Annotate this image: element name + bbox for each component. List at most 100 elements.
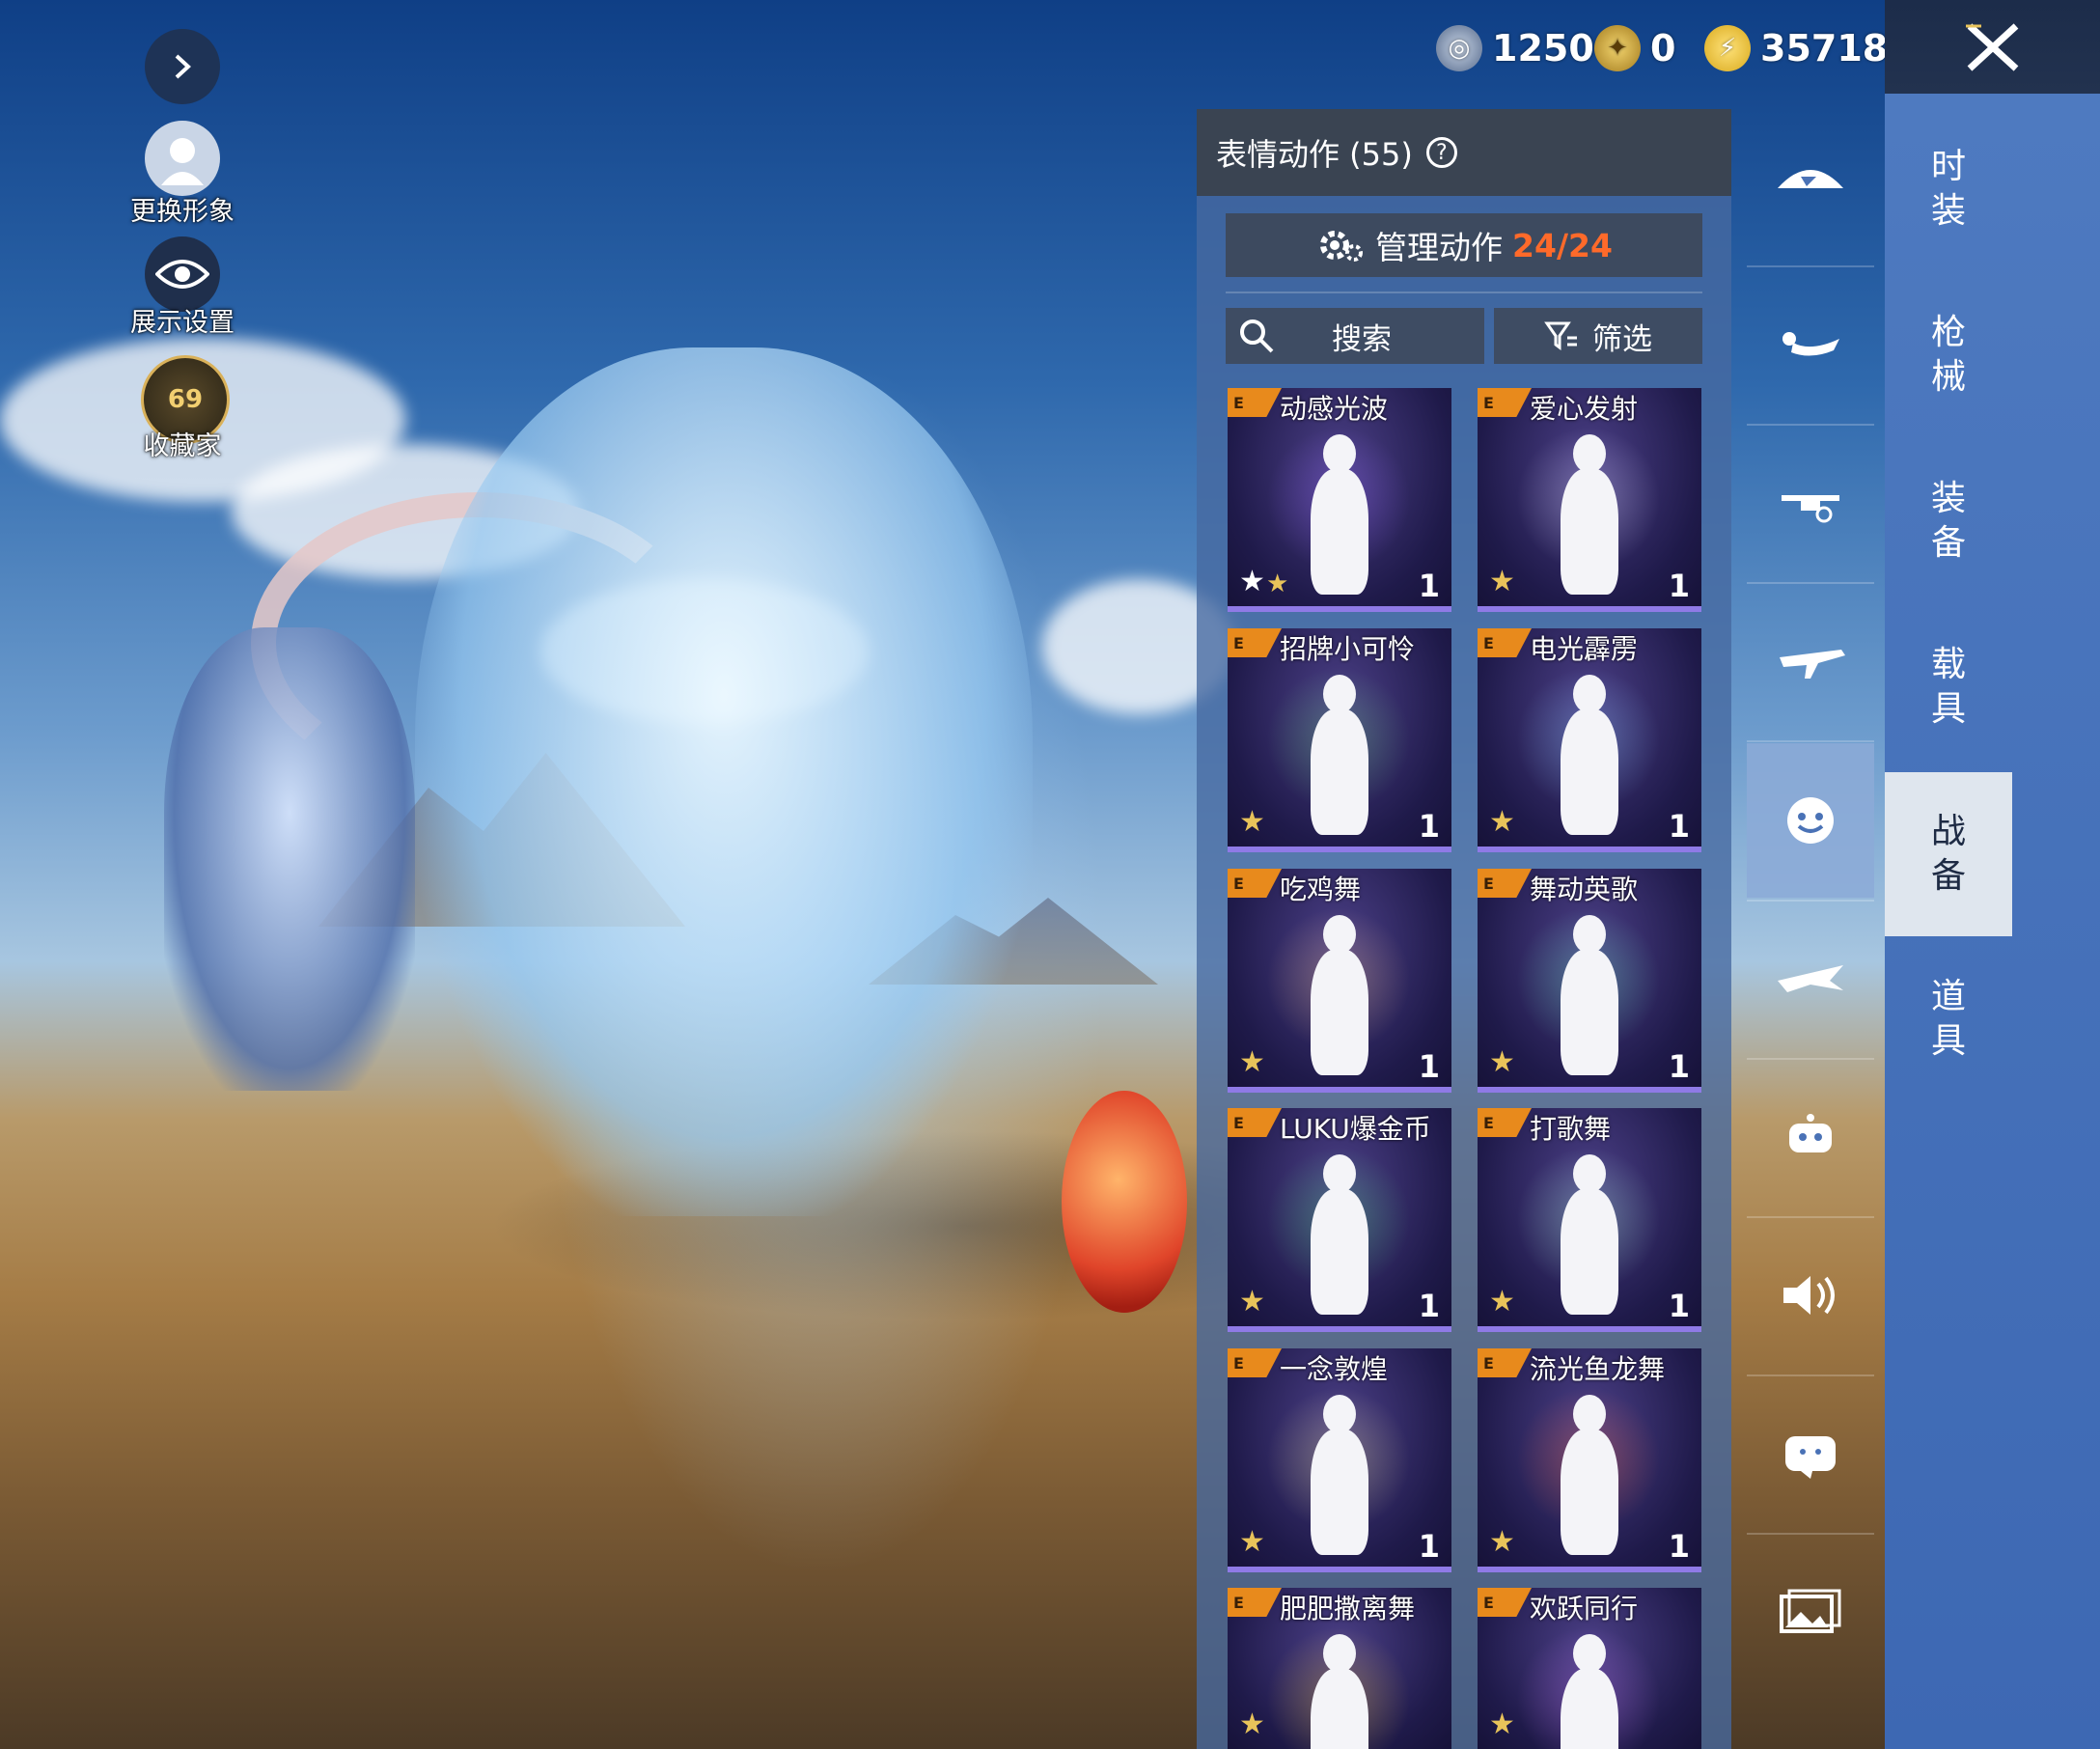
- panel-header: 表情动作 (55) ?: [1197, 109, 1731, 196]
- currency-silver[interactable]: ◎ 12500: [1436, 21, 1619, 75]
- gear-icon: [1320, 231, 1364, 262]
- sparkle-icon: ★: [1239, 1525, 1265, 1559]
- emote-card[interactable]: E 欢跃同行 ★: [1478, 1588, 1701, 1749]
- sparkle-icon: ★: [1489, 1707, 1515, 1741]
- drone-icon: [1782, 495, 1839, 523]
- category-tab[interactable]: 时 装: [1885, 145, 2012, 234]
- emote-tag: E: [1228, 1108, 1282, 1137]
- icon-separator: [1747, 740, 1874, 742]
- category-tab-label: 时 装: [1930, 147, 1966, 231]
- sparkle-icon: ★: [1489, 805, 1515, 839]
- help-icon[interactable]: ?: [1425, 137, 1457, 168]
- emote-card[interactable]: E 肥肥撒离舞 ★: [1228, 1588, 1451, 1749]
- emote-face-icon: [1787, 797, 1834, 844]
- emote-count: 1: [1668, 568, 1690, 604]
- currency-gold[interactable]: ✦ 0: [1594, 21, 1675, 75]
- emote-silhouette: [1282, 1634, 1397, 1749]
- emote-card[interactable]: E 打歌舞 ★ 1: [1478, 1108, 1701, 1332]
- spirit-horse: [164, 627, 415, 1091]
- emote-card[interactable]: E 电光霹雳 ★ 1: [1478, 628, 1701, 852]
- emote-name: LUKU爆金币: [1280, 1113, 1431, 1145]
- sparkle-icon: ★: [1239, 805, 1265, 839]
- silver-coin-icon: ◎: [1436, 25, 1482, 71]
- close-button[interactable]: [1885, 0, 2100, 94]
- emote-count: 1: [1668, 1048, 1690, 1085]
- category-tab[interactable]: 枪 械: [1885, 311, 2012, 400]
- category-tab-label: 战 备: [1930, 812, 1966, 896]
- category-tab[interactable]: 载 具: [1885, 643, 2012, 732]
- gold-coin-icon: ✦: [1594, 25, 1641, 71]
- sparkle-icon: ★: [1239, 1045, 1265, 1079]
- emote-name: 招牌小可怜: [1280, 633, 1416, 665]
- emote-tag: E: [1478, 1348, 1532, 1377]
- character-model: [415, 347, 1033, 1216]
- sparkle-icon: ★: [1489, 1045, 1515, 1079]
- silhouette-body: [1561, 950, 1618, 1075]
- emote-card[interactable]: E 动感光波 ★ ★ 1: [1228, 388, 1451, 612]
- category-tab-label: 枪 械: [1930, 313, 1966, 397]
- category-tab[interactable]: 战 备: [1885, 772, 2012, 936]
- category-icon-button[interactable]: [1747, 743, 1874, 898]
- category-icon-button[interactable]: [1747, 584, 1874, 738]
- emote-name: 流光鱼龙舞: [1530, 1353, 1666, 1385]
- emote-silhouette: [1532, 1395, 1647, 1567]
- emote-card[interactable]: E LUKU爆金币 ★ 1: [1228, 1108, 1451, 1332]
- silhouette-body: [1311, 1189, 1368, 1315]
- category-icon-button[interactable]: [1747, 902, 1874, 1056]
- emote-name: 一念敦煌: [1280, 1353, 1389, 1385]
- emote-name: 动感光波: [1280, 393, 1389, 425]
- manage-emotes-button[interactable]: 管理动作 24/24: [1226, 213, 1702, 277]
- emote-card[interactable]: E 舞动英歌 ★ 1: [1478, 869, 1701, 1093]
- category-tab[interactable]: 道 具: [1885, 975, 2012, 1064]
- collector-label: 收藏家: [143, 431, 222, 461]
- search-button[interactable]: 搜索: [1226, 308, 1484, 364]
- change-avatar-label: 更换形象: [130, 197, 235, 227]
- filter-label: 筛选: [1592, 321, 1652, 357]
- emote-count: 1: [1418, 1528, 1440, 1565]
- currency-lightning[interactable]: ⚡ 35718: [1704, 21, 1888, 75]
- category-icon-button[interactable]: [1747, 1535, 1874, 1689]
- silhouette-body: [1561, 709, 1618, 835]
- silhouette-head: [1323, 675, 1356, 713]
- emote-tag: E: [1228, 1348, 1282, 1377]
- emote-card[interactable]: E 招牌小可怜 ★ 1: [1228, 628, 1451, 852]
- favorite-star-icon[interactable]: ★: [1239, 565, 1265, 598]
- emote-tag: E: [1228, 388, 1282, 417]
- emote-card[interactable]: E 吃鸡舞 ★ 1: [1228, 869, 1451, 1093]
- filter-button[interactable]: 筛选: [1494, 308, 1702, 364]
- silhouette-head: [1323, 1634, 1356, 1673]
- category-icon-button[interactable]: [1747, 1218, 1874, 1373]
- change-avatar-button[interactable]: [145, 121, 220, 196]
- silhouette-head: [1573, 1395, 1606, 1433]
- sparkle-icon: ★: [1489, 1525, 1515, 1559]
- category-icon-button[interactable]: [1747, 109, 1874, 264]
- emote-tag: E: [1478, 869, 1532, 898]
- emote-name: 舞动英歌: [1530, 874, 1639, 905]
- skydive-icon: [1782, 332, 1839, 356]
- emote-tag: E: [1228, 869, 1282, 898]
- sparkle-icon: ★: [1266, 569, 1289, 598]
- category-tab[interactable]: 装 备: [1885, 477, 2012, 566]
- lightning-coin-icon: ⚡: [1704, 25, 1751, 71]
- emote-tag: E: [1478, 1108, 1532, 1137]
- robot-pet-icon: [1789, 1114, 1832, 1152]
- expand-toggle-button[interactable]: [145, 29, 220, 104]
- panel-title: 表情动作 (55): [1216, 136, 1413, 173]
- emote-count: 1: [1668, 1528, 1690, 1565]
- emote-silhouette: [1532, 434, 1647, 606]
- silhouette-body: [1311, 469, 1368, 595]
- emote-card[interactable]: E 爱心发射 ★ 1: [1478, 388, 1701, 612]
- search-icon: [1240, 319, 1274, 353]
- category-icon-button[interactable]: [1747, 1376, 1874, 1531]
- emote-count: 1: [1418, 568, 1440, 604]
- category-icon-button[interactable]: [1747, 267, 1874, 422]
- divider: [1226, 292, 1702, 293]
- sparkle-icon: ★: [1239, 1285, 1265, 1319]
- emote-tag: E: [1478, 1588, 1532, 1617]
- category-icon-button[interactable]: [1747, 1060, 1874, 1214]
- silhouette-head: [1323, 915, 1356, 954]
- category-icon-button[interactable]: [1747, 426, 1874, 580]
- emote-silhouette: [1282, 434, 1397, 606]
- emote-card[interactable]: E 一念敦煌 ★ 1: [1228, 1348, 1451, 1572]
- emote-card[interactable]: E 流光鱼龙舞 ★ 1: [1478, 1348, 1701, 1572]
